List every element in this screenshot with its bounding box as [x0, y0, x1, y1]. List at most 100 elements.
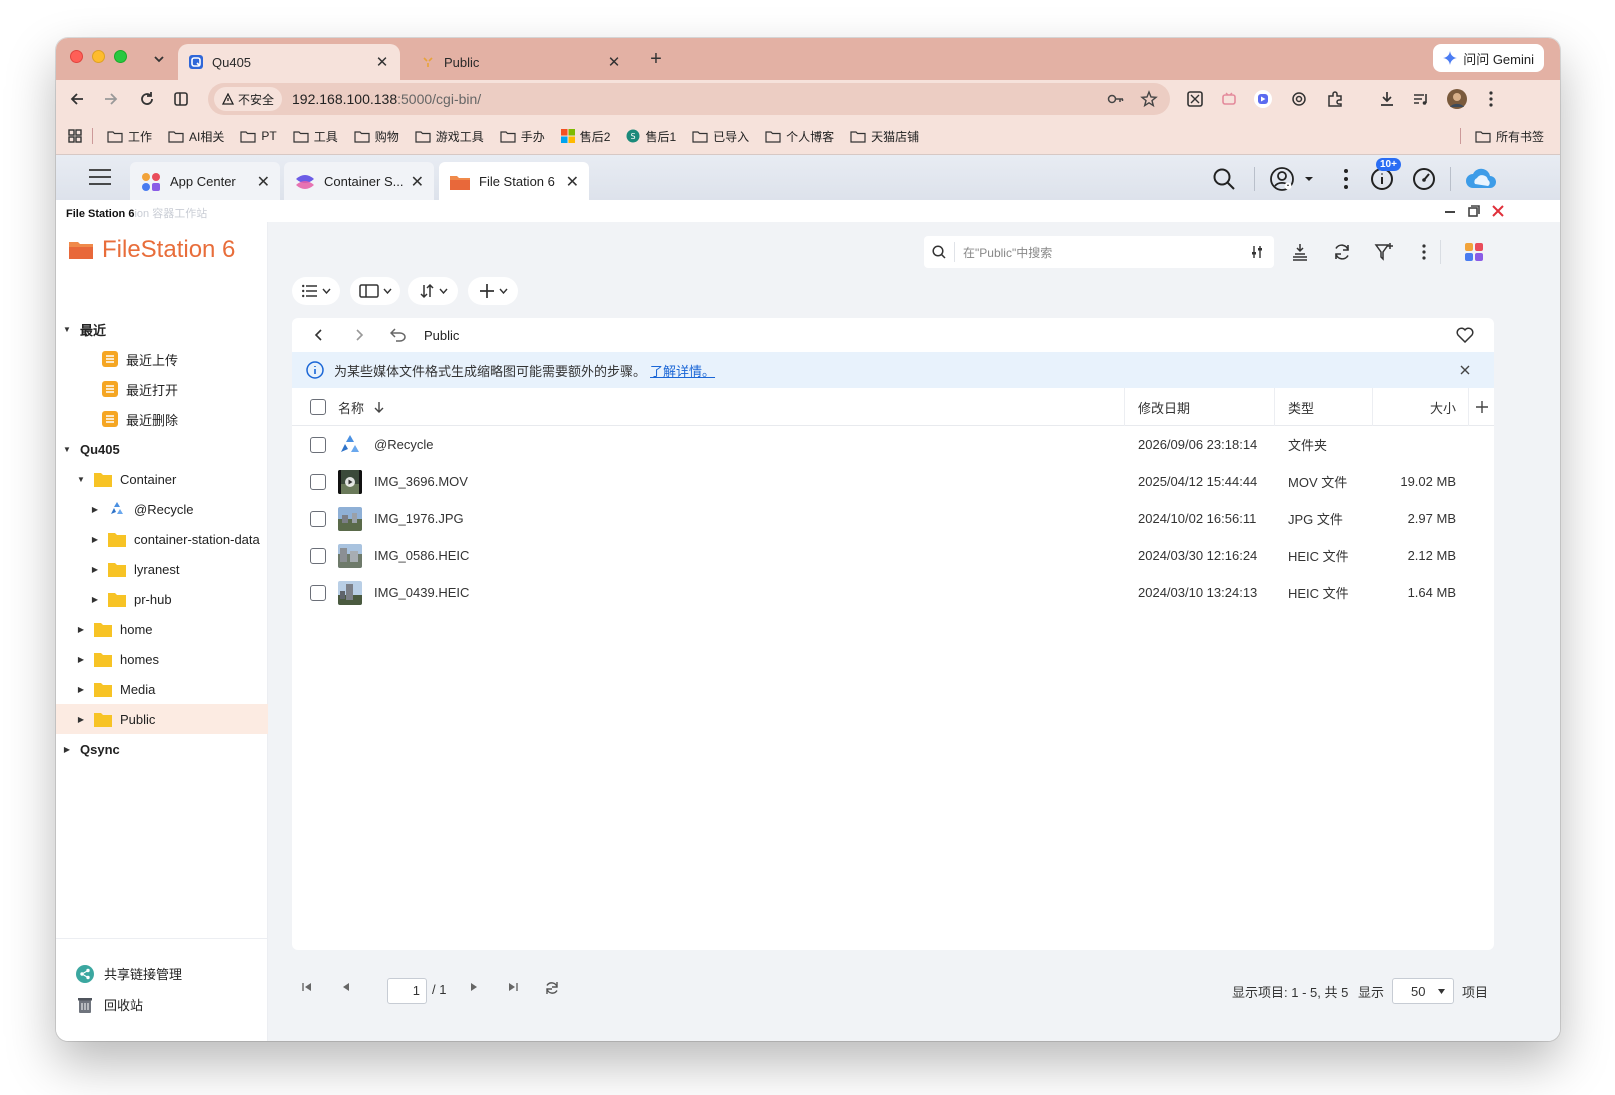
- qts-tab-app-center[interactable]: App Center ✕: [130, 162, 280, 201]
- caret-right-icon[interactable]: ▶: [90, 565, 100, 574]
- extension-openai-icon[interactable]: [1288, 88, 1310, 110]
- bookmark-link[interactable]: 售后2: [560, 128, 610, 145]
- more-options-kebab-icon[interactable]: [1332, 165, 1360, 193]
- profile-avatar[interactable]: [1446, 88, 1468, 110]
- media-control-icon[interactable]: [1410, 88, 1432, 110]
- window-zoom-button[interactable]: [114, 50, 127, 63]
- close-tab-icon[interactable]: ✕: [411, 172, 424, 192]
- forward-chevron-icon[interactable]: [354, 329, 364, 341]
- recycle-bin[interactable]: 回收站: [76, 995, 143, 1014]
- row-checkbox[interactable]: [310, 426, 326, 463]
- caret-right-icon[interactable]: ▶: [90, 505, 100, 514]
- tab-search-chevron-icon[interactable]: [148, 48, 170, 70]
- extension-blue-icon[interactable]: [1252, 88, 1274, 110]
- caret-right-icon[interactable]: ▶: [76, 625, 86, 634]
- tree-public[interactable]: ▶ Public: [56, 704, 268, 734]
- per-page-select[interactable]: 50: [1392, 978, 1454, 1004]
- favorite-heart-icon[interactable]: [1456, 327, 1474, 343]
- preview-pane-dropdown[interactable]: [350, 277, 400, 305]
- tree-recent-delete[interactable]: 最近删除: [56, 404, 268, 434]
- reload-icon[interactable]: [136, 88, 158, 110]
- user-account-icon[interactable]: [1268, 165, 1314, 193]
- caret-right-icon[interactable]: ▶: [76, 655, 86, 664]
- background-tasks-icon[interactable]: [1288, 240, 1312, 264]
- tree-nas[interactable]: ▼ Qu405: [56, 434, 268, 464]
- bookmark-folder[interactable]: 已导入: [692, 128, 749, 145]
- qts-tab-file-station[interactable]: File Station 6 ✕: [439, 162, 589, 201]
- close-tab-icon[interactable]: ✕: [606, 54, 622, 71]
- caret-down-icon[interactable]: ▼: [62, 325, 72, 334]
- close-tab-icon[interactable]: ✕: [566, 172, 579, 192]
- main-menu-hamburger-icon[interactable]: [88, 166, 112, 188]
- site-info-button[interactable]: 不安全: [214, 87, 283, 111]
- table-row[interactable]: @Recycle 2026/09/06 23:18:14 文件夹: [292, 426, 1494, 463]
- bookmark-folder[interactable]: 天猫店铺: [850, 128, 919, 145]
- tree-recent[interactable]: ▼ 最近: [56, 314, 268, 344]
- parent-folder-icon[interactable]: [390, 328, 406, 342]
- bookmark-folder[interactable]: 个人博客: [765, 128, 834, 145]
- tree-recycle[interactable]: ▶ @Recycle: [56, 494, 268, 524]
- tree-recent-open[interactable]: 最近打开: [56, 374, 268, 404]
- table-row[interactable]: IMG_3696.MOV 2025/04/12 15:44:44 MOV 文件 …: [292, 463, 1494, 500]
- breadcrumb-current[interactable]: Public: [424, 328, 459, 343]
- bookmark-star-icon[interactable]: [1140, 89, 1158, 109]
- search-field[interactable]: 在"Public"中搜索: [924, 236, 1274, 268]
- view-mode-dropdown[interactable]: [292, 277, 340, 305]
- side-panel-icon[interactable]: [170, 88, 192, 110]
- forward-arrow-icon[interactable]: [100, 88, 122, 110]
- caret-right-icon[interactable]: ▶: [76, 715, 86, 724]
- column-modified-header[interactable]: 修改日期: [1138, 388, 1190, 426]
- bookmark-folder[interactable]: PT: [240, 129, 277, 143]
- back-arrow-icon[interactable]: [66, 88, 88, 110]
- share-link-management[interactable]: 共享链接管理: [76, 964, 182, 983]
- row-checkbox[interactable]: [310, 574, 326, 611]
- page-number-input[interactable]: 1: [387, 978, 427, 1004]
- column-size-header[interactable]: 大小: [1386, 388, 1456, 426]
- ask-gemini-button[interactable]: 问问 Gemini: [1433, 44, 1544, 72]
- table-row[interactable]: IMG_0586.HEIC 2024/03/30 12:16:24 HEIC 文…: [292, 537, 1494, 574]
- caret-right-icon[interactable]: ▶: [90, 535, 100, 544]
- close-tab-icon[interactable]: ✕: [257, 172, 270, 192]
- row-checkbox[interactable]: [310, 463, 326, 500]
- browser-menu-kebab-icon[interactable]: [1480, 88, 1502, 110]
- more-kebab-icon[interactable]: [1412, 240, 1436, 264]
- bookmark-folder[interactable]: AI相关: [168, 128, 224, 145]
- dashboard-gauge-icon[interactable]: [1410, 165, 1438, 193]
- row-checkbox[interactable]: [310, 537, 326, 574]
- tree-homes[interactable]: ▶ homes: [56, 644, 268, 674]
- last-page-icon[interactable]: [508, 982, 518, 992]
- close-tab-icon[interactable]: ✕: [374, 54, 390, 71]
- add-column-plus-icon[interactable]: [1476, 388, 1488, 426]
- tree-container[interactable]: ▼ Container: [56, 464, 268, 494]
- sort-dropdown[interactable]: [408, 277, 458, 305]
- previous-page-icon[interactable]: [342, 982, 350, 992]
- column-name-header[interactable]: 名称: [338, 388, 384, 426]
- column-type-header[interactable]: 类型: [1288, 388, 1314, 426]
- create-dropdown[interactable]: [468, 277, 518, 305]
- close-window-icon[interactable]: [1490, 203, 1506, 219]
- tree-recent-upload[interactable]: 最近上传: [56, 344, 268, 374]
- tree-home[interactable]: ▶ home: [56, 614, 268, 644]
- bookmark-folder[interactable]: 游戏工具: [415, 128, 484, 145]
- window-close-button[interactable]: [70, 50, 83, 63]
- extension-cast-icon[interactable]: [1184, 88, 1206, 110]
- table-row[interactable]: IMG_0439.HEIC 2024/03/10 13:24:13 HEIC 文…: [292, 574, 1494, 611]
- filter-sliders-icon[interactable]: [1250, 245, 1264, 259]
- tree-media[interactable]: ▶ Media: [56, 674, 268, 704]
- table-row[interactable]: IMG_1976.JPG 2024/10/02 16:56:11 JPG 文件 …: [292, 500, 1494, 537]
- browser-tab-public[interactable]: Public ✕: [410, 44, 632, 80]
- minimize-icon[interactable]: [1442, 203, 1458, 219]
- bookmark-folder[interactable]: 工作: [107, 128, 152, 145]
- all-bookmarks-folder[interactable]: 所有书签: [1475, 128, 1544, 145]
- window-minimize-button[interactable]: [92, 50, 105, 63]
- tree-container-station-data[interactable]: ▶ container-station-data: [56, 524, 268, 554]
- search-placeholder[interactable]: 在"Public"中搜索: [963, 244, 1250, 261]
- address-bar[interactable]: 不安全 192.168.100.138:5000/cgi-bin/: [208, 83, 1170, 115]
- first-page-icon[interactable]: [302, 982, 312, 992]
- caret-down-icon[interactable]: ▼: [76, 475, 86, 484]
- bookmark-folder[interactable]: 购物: [354, 128, 399, 145]
- close-icon[interactable]: [1460, 365, 1470, 375]
- apps-grid-icon[interactable]: [68, 129, 82, 143]
- password-key-icon[interactable]: [1106, 89, 1126, 109]
- caret-right-icon[interactable]: ▶: [90, 595, 100, 604]
